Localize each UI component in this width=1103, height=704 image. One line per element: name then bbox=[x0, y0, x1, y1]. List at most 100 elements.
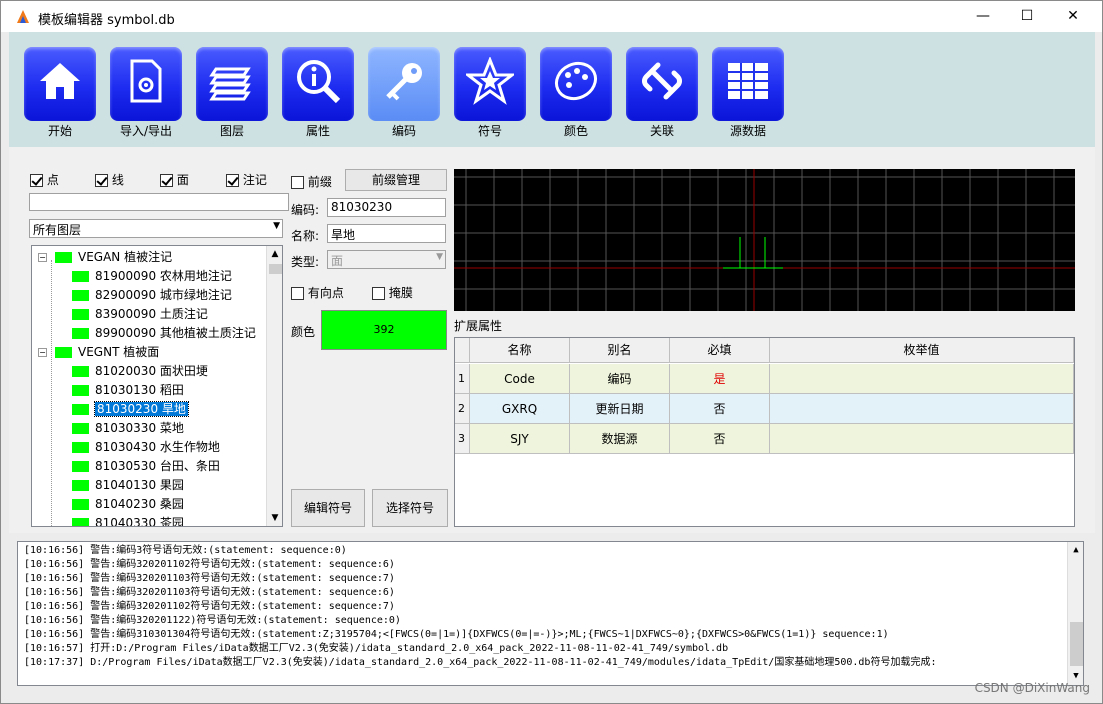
prefix-checkbox[interactable] bbox=[291, 176, 304, 189]
filter-note-label: 注记 bbox=[242, 173, 267, 187]
mask-checkbox[interactable] bbox=[372, 287, 385, 300]
table-cell[interactable]: 是 bbox=[670, 364, 770, 394]
toolbar-button-3[interactable] bbox=[196, 47, 268, 121]
toolbar-label: 导入/导出 bbox=[119, 124, 173, 138]
color-swatch[interactable]: 392 bbox=[321, 310, 447, 350]
toolbar-button-8[interactable] bbox=[626, 47, 698, 121]
has-point-checkbox[interactable] bbox=[291, 287, 304, 300]
tree-item[interactable]: 81040230 桑园 bbox=[72, 495, 184, 514]
column-header[interactable]: 枚举值 bbox=[770, 338, 1074, 363]
tree-item[interactable]: 81030530 台田、条田 bbox=[72, 457, 220, 476]
code-field[interactable]: 81030230 bbox=[327, 198, 446, 217]
scroll-up-icon[interactable]: ▲ bbox=[1068, 542, 1083, 558]
table-cell[interactable]: 编码 bbox=[570, 364, 670, 394]
tree-scrollbar[interactable]: ▲ ▼ bbox=[266, 246, 282, 526]
log-line: [10:16:56] 警告:编码3符号语句无效:(statement: sequ… bbox=[24, 545, 347, 556]
tree-group[interactable]: − VEGNT 植被面 bbox=[38, 343, 159, 362]
minimize-button[interactable]: — bbox=[960, 1, 1006, 32]
tree-item[interactable]: 89900090 其他植被土质注记 bbox=[72, 324, 256, 343]
table-icon bbox=[728, 63, 768, 99]
layer-select[interactable]: 所有图层 ▼ bbox=[29, 219, 283, 238]
toolbar-button-7[interactable] bbox=[540, 47, 612, 121]
scroll-down-icon[interactable]: ▼ bbox=[267, 510, 282, 526]
tree-item[interactable]: 81040330 茶园 bbox=[72, 514, 184, 526]
type-select[interactable]: 面 ▼ bbox=[327, 250, 446, 269]
search-input[interactable] bbox=[29, 193, 289, 211]
table-cell[interactable]: GXRQ bbox=[470, 394, 570, 424]
filter-note-checkbox[interactable] bbox=[226, 174, 239, 187]
filter-area-checkbox[interactable] bbox=[160, 174, 173, 187]
scroll-up-icon[interactable]: ▲ bbox=[267, 246, 282, 262]
symbol-preview-canvas[interactable] bbox=[454, 169, 1075, 311]
filter-point[interactable]: 点 bbox=[30, 171, 59, 188]
filter-line[interactable]: 线 bbox=[95, 171, 124, 188]
ext-attr-table: 名称 别名 必填 枚举值 1 Code 编码是 2 GXRQ 更新日期否 3 SJY 数据源否 bbox=[454, 337, 1075, 527]
prefix-option[interactable]: 前缀 bbox=[291, 173, 332, 190]
toolbar-button-5[interactable] bbox=[368, 47, 440, 121]
maximize-button[interactable]: ☐ bbox=[1004, 1, 1050, 32]
table-cell[interactable]: SJY bbox=[470, 424, 570, 454]
app-window: 模板编辑器 symbol.db — ☐ ✕ 开始 导入/导出 图层 属性 编码 符号 颜色关… bbox=[0, 0, 1103, 704]
color-square-icon bbox=[72, 461, 89, 472]
filter-line-label: 线 bbox=[111, 173, 124, 187]
filter-line-checkbox[interactable] bbox=[95, 174, 108, 187]
tree-item-label: 81030530 台田、条田 bbox=[95, 459, 220, 473]
table-cell[interactable] bbox=[770, 364, 1074, 394]
has-point-option[interactable]: 有向点 bbox=[291, 284, 344, 301]
table-cell[interactable] bbox=[770, 424, 1074, 454]
toolbar-label: 源数据 bbox=[729, 124, 766, 138]
tree-item[interactable]: 81030130 稻田 bbox=[72, 381, 184, 400]
toolbar-button-4[interactable] bbox=[282, 47, 354, 121]
toolbar-button-2[interactable] bbox=[110, 47, 182, 121]
filter-point-checkbox[interactable] bbox=[30, 174, 43, 187]
toolbar-label: 符号 bbox=[477, 124, 502, 138]
color-square-icon bbox=[55, 347, 72, 358]
mask-option[interactable]: 掩膜 bbox=[372, 284, 413, 301]
tree-item[interactable]: 83900090 土质注记 bbox=[72, 305, 208, 324]
tree-item[interactable]: 81020030 面状田埂 bbox=[72, 362, 208, 381]
type-label: 类型: bbox=[291, 255, 320, 269]
table-cell[interactable]: 否 bbox=[670, 394, 770, 424]
tree-item-label: 81040230 桑园 bbox=[95, 497, 184, 511]
tree-guide-line bbox=[51, 260, 52, 526]
name-field[interactable]: 旱地 bbox=[327, 224, 446, 243]
collapse-icon[interactable]: − bbox=[38, 348, 47, 357]
tree-item[interactable]: 81030330 菜地 bbox=[72, 419, 184, 438]
tree-group[interactable]: − VEGAN 植被注记 bbox=[38, 248, 172, 267]
table-cell[interactable]: 否 bbox=[670, 424, 770, 454]
filter-note[interactable]: 注记 bbox=[226, 171, 267, 188]
prefix-manage-button[interactable]: 前缀管理 bbox=[345, 169, 447, 191]
toolbar-button-6[interactable] bbox=[454, 47, 526, 121]
color-label: 颜色 bbox=[291, 325, 316, 339]
table-cell[interactable]: 更新日期 bbox=[570, 394, 670, 424]
scroll-thumb[interactable] bbox=[269, 264, 282, 274]
tree-item[interactable]: 81900090 农林用地注记 bbox=[72, 267, 232, 286]
toolbar-label: 开始 bbox=[47, 124, 72, 138]
column-header[interactable]: 别名 bbox=[570, 338, 670, 363]
table-cell[interactable]: 数据源 bbox=[570, 424, 670, 454]
row-number: 3 bbox=[455, 424, 470, 454]
filter-area-label: 面 bbox=[176, 173, 189, 187]
tree-item-label: VEGAN 植被注记 bbox=[78, 250, 173, 264]
column-header[interactable]: 名称 bbox=[470, 338, 570, 363]
table-cell[interactable]: Code bbox=[470, 364, 570, 394]
toolbar-button-9[interactable] bbox=[712, 47, 784, 121]
ext-attr-title: 扩展属性 bbox=[454, 319, 503, 333]
select-symbol-button[interactable]: 选择符号 bbox=[372, 489, 448, 527]
log-line: [10:16:56] 警告:编码320201102符号语句无效:(stateme… bbox=[24, 601, 395, 612]
scroll-thumb[interactable] bbox=[1070, 622, 1083, 666]
column-header[interactable]: 必填 bbox=[670, 338, 770, 363]
filter-area[interactable]: 面 bbox=[160, 171, 189, 188]
log-scrollbar[interactable]: ▲ ▼ bbox=[1067, 542, 1083, 685]
palette-icon bbox=[555, 61, 597, 101]
edit-symbol-button[interactable]: 编辑符号 bbox=[291, 489, 365, 527]
collapse-icon[interactable]: − bbox=[38, 253, 47, 262]
color-square-icon bbox=[72, 328, 89, 339]
tree-item[interactable]: 81040130 果园 bbox=[72, 476, 184, 495]
tree-item[interactable]: 81030430 水生作物地 bbox=[72, 438, 220, 457]
close-button[interactable]: ✕ bbox=[1050, 1, 1096, 32]
table-cell[interactable] bbox=[770, 394, 1074, 424]
tree-item[interactable]: 82900090 城市绿地注记 bbox=[72, 286, 232, 305]
tree-item[interactable]: 81030230 旱地 bbox=[72, 400, 189, 419]
toolbar-button-1[interactable] bbox=[24, 47, 96, 121]
